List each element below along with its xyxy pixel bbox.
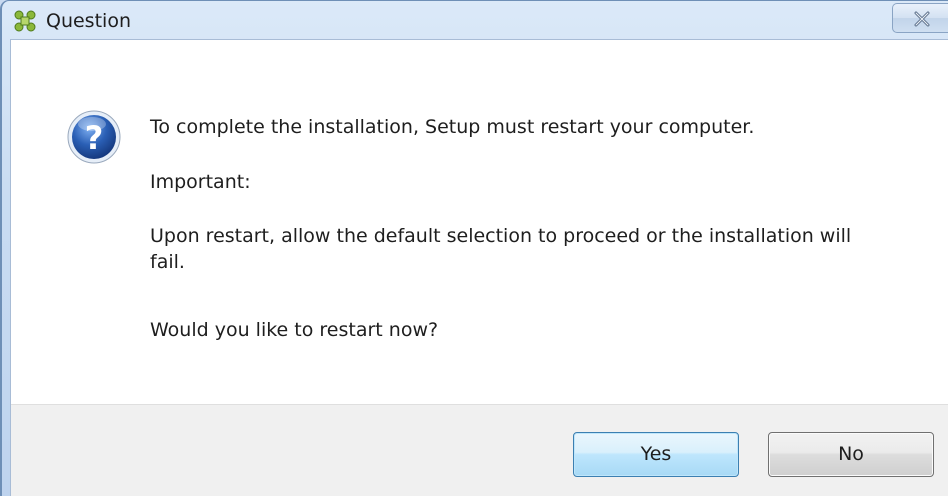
- dialog-window: Question ? To complete the installation,…: [0, 0, 948, 496]
- question-icon: ?: [66, 108, 122, 170]
- svg-text:?: ?: [85, 119, 104, 157]
- no-button[interactable]: No: [768, 432, 934, 477]
- message-restart-required: To complete the installation, Setup must…: [150, 116, 755, 138]
- title-bar[interactable]: Question: [2, 1, 948, 39]
- button-bar: Yes No: [11, 404, 948, 496]
- message-question: Would you like to restart now?: [150, 319, 439, 341]
- message-warning: Upon restart, allow the default selectio…: [150, 225, 852, 273]
- close-button[interactable]: [892, 3, 948, 33]
- yes-button[interactable]: Yes: [573, 432, 739, 477]
- window-title: Question: [46, 10, 131, 32]
- message-important-label: Important:: [150, 171, 251, 193]
- close-icon: [914, 11, 930, 27]
- setup-app-icon: [14, 10, 36, 32]
- dialog-content: ? To complete the installation, Setup mu…: [10, 39, 948, 496]
